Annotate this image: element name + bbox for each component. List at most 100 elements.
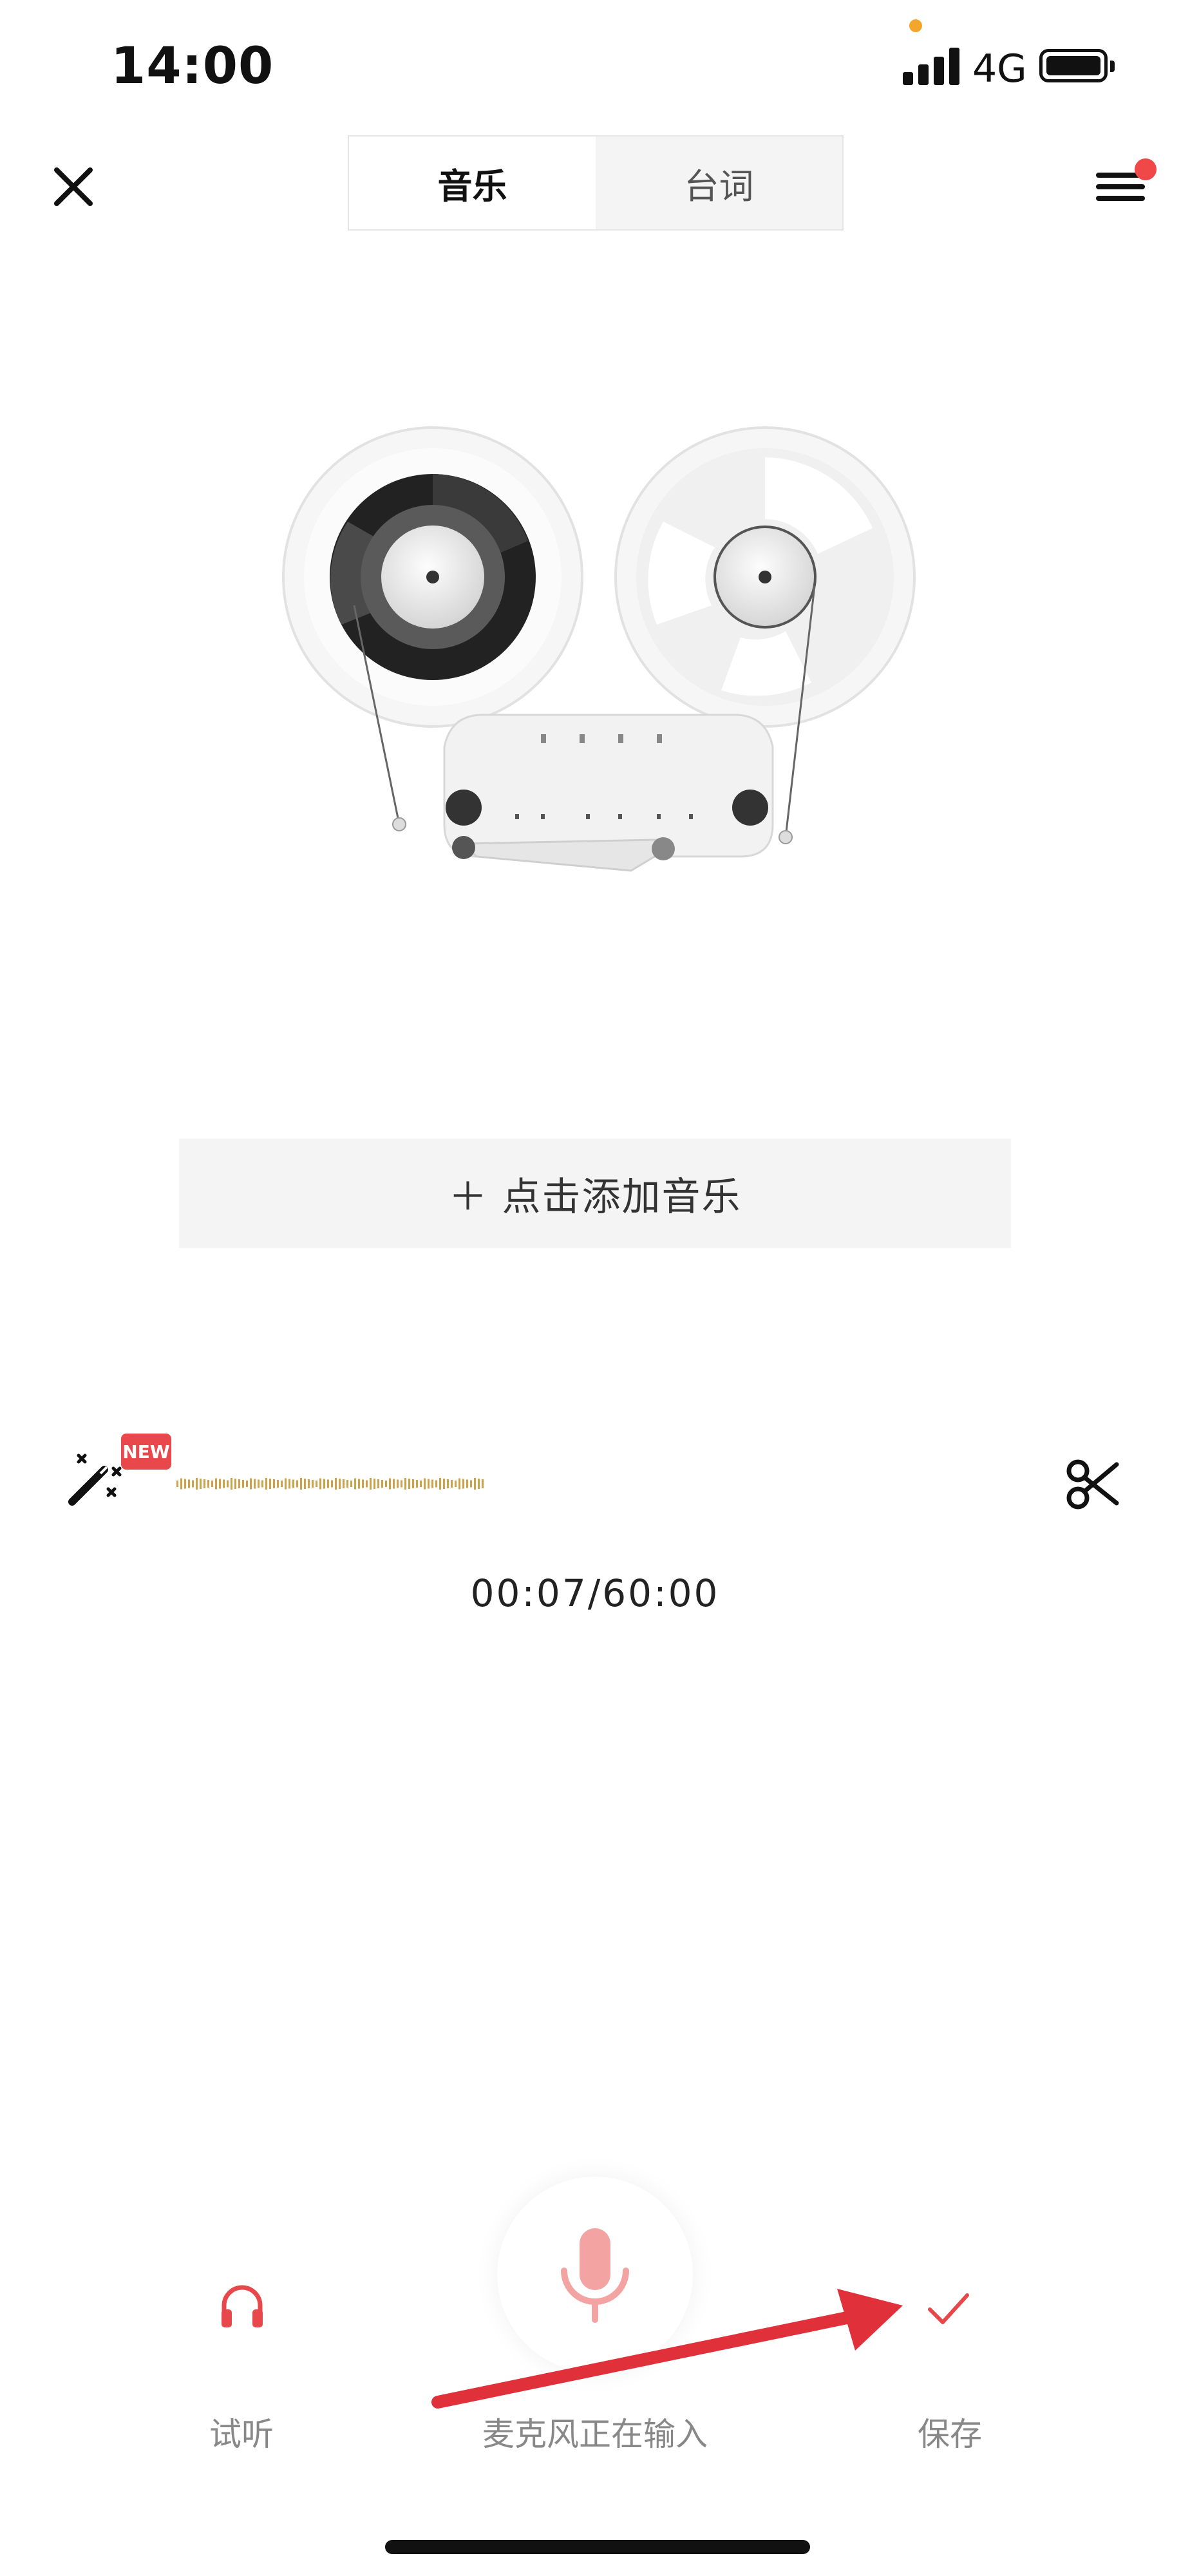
wave-bar: [207, 1480, 209, 1488]
save-label: 保存: [918, 2416, 982, 2453]
wave-bar: [180, 1478, 182, 1490]
wave-bar: [381, 1480, 383, 1488]
wave-bar: [373, 1479, 375, 1489]
new-badge: NEW: [121, 1434, 171, 1470]
wave-bar: [184, 1479, 186, 1489]
tab-lines[interactable]: 台词: [596, 137, 842, 229]
recording-time: 00:07/60:00: [470, 1571, 720, 1615]
privacy-indicator-dot: [909, 19, 922, 32]
wave-bar: [219, 1479, 221, 1489]
wave-bar: [269, 1479, 271, 1489]
tape-recorder-illustration: [282, 426, 916, 872]
wave-bar: [227, 1480, 229, 1488]
waveform: [176, 1478, 484, 1490]
trim-button[interactable]: [1062, 1453, 1124, 1515]
wave-bar: [358, 1479, 360, 1489]
wave-bar: [331, 1480, 333, 1488]
wave-bar: [370, 1478, 372, 1490]
network-type: 4G: [972, 46, 1027, 91]
wave-bar: [397, 1479, 399, 1488]
wave-bar: [188, 1479, 190, 1488]
wave-bar: [408, 1479, 410, 1489]
wave-bar: [354, 1478, 356, 1490]
wave-bar: [265, 1478, 267, 1490]
wave-bar: [211, 1481, 213, 1487]
wave-bar: [231, 1478, 232, 1490]
signal-icon: [903, 46, 962, 85]
wave-bar: [192, 1480, 194, 1488]
wave-bar: [258, 1479, 260, 1488]
wave-bar: [362, 1479, 364, 1488]
wave-bar: [223, 1479, 225, 1488]
wave-bar: [261, 1480, 263, 1488]
wave-bar: [482, 1479, 484, 1488]
wave-bar: [431, 1479, 433, 1488]
wave-bar: [308, 1479, 310, 1488]
wave-bar: [196, 1478, 198, 1490]
wave-bar: [404, 1478, 406, 1490]
wave-bar: [335, 1478, 337, 1490]
wave-bar: [428, 1479, 430, 1489]
wave-bar: [296, 1480, 298, 1488]
wave-bar: [304, 1479, 306, 1489]
wave-bar: [366, 1480, 368, 1488]
mode-tabs: 音乐 台词: [348, 135, 844, 231]
wave-bar: [316, 1481, 317, 1487]
add-music-button[interactable]: ＋ 点击添加音乐: [179, 1139, 1011, 1248]
wave-bar: [462, 1479, 464, 1489]
preview-button[interactable]: [216, 2280, 268, 2331]
wave-bar: [323, 1479, 325, 1489]
status-time: 14:00: [111, 37, 274, 95]
wave-bar: [203, 1479, 205, 1488]
preview-label: 试听: [209, 2416, 274, 2453]
wave-bar: [389, 1478, 391, 1490]
wave-bar: [176, 1481, 178, 1487]
wave-bar: [416, 1480, 418, 1488]
wave-bar: [277, 1480, 279, 1488]
wave-bar: [466, 1479, 468, 1488]
tab-music[interactable]: 音乐: [349, 137, 596, 229]
wave-bar: [343, 1479, 345, 1488]
wave-bar: [215, 1478, 217, 1490]
scissors-icon: [1066, 1459, 1119, 1510]
wave-bar: [300, 1478, 302, 1490]
wave-bar: [242, 1480, 244, 1488]
battery-icon: [1039, 49, 1108, 82]
close-button[interactable]: [46, 160, 100, 214]
wave-bar: [401, 1480, 402, 1488]
wave-bar: [385, 1481, 387, 1487]
wave-bar: [246, 1481, 248, 1487]
wave-bar: [458, 1478, 460, 1490]
battery-tip: [1110, 61, 1115, 72]
annotation-arrow: [431, 2289, 903, 2409]
wave-bar: [412, 1479, 414, 1488]
wave-bar: [250, 1478, 252, 1490]
headphones-icon: [222, 2285, 263, 2327]
wave-bar: [254, 1479, 256, 1489]
notification-dot: [1135, 158, 1157, 180]
wave-bar: [285, 1478, 287, 1490]
wave-bar: [435, 1480, 437, 1488]
wave-bar: [273, 1479, 275, 1488]
wave-bar: [281, 1481, 283, 1487]
wave-bar: [288, 1479, 290, 1489]
save-button[interactable]: [922, 2285, 974, 2331]
wave-bar: [312, 1480, 314, 1488]
home-indicator: [385, 2540, 810, 2554]
wave-bar: [474, 1478, 476, 1490]
wave-bar: [339, 1479, 341, 1489]
wave-bar: [350, 1481, 352, 1487]
check-icon: [928, 2293, 969, 2324]
wave-bar: [451, 1480, 453, 1488]
wave-bar: [393, 1479, 395, 1489]
wave-bar: [346, 1480, 348, 1488]
wave-bar: [327, 1479, 329, 1488]
wave-bar: [292, 1479, 294, 1488]
wave-bar: [238, 1479, 240, 1488]
wave-bar: [439, 1478, 441, 1490]
wave-bar: [420, 1481, 422, 1487]
wave-bar: [319, 1478, 321, 1490]
wave-bar: [447, 1479, 449, 1488]
wave-bar: [443, 1479, 445, 1489]
wave-bar: [377, 1479, 379, 1488]
